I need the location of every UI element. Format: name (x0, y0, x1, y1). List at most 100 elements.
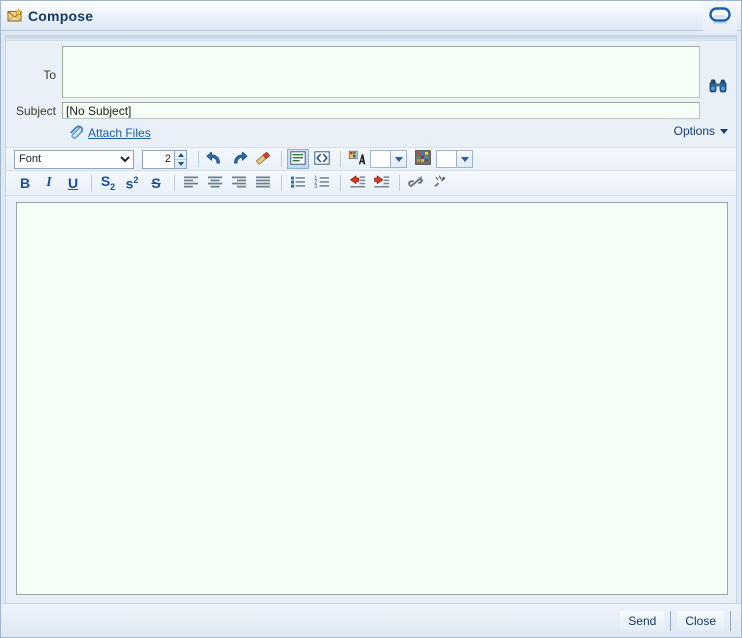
align-justify-icon (255, 175, 271, 192)
caret-down-icon (394, 156, 403, 162)
address-book-button[interactable] (707, 77, 729, 97)
numbered-list-icon: 1 2 3 (314, 175, 330, 192)
document-text-icon (290, 150, 306, 168)
send-button[interactable]: Send (620, 610, 665, 631)
angle-brackets-icon (314, 150, 330, 168)
subject-label: Subject (15, 104, 56, 118)
bold-icon: B (19, 175, 31, 191)
font-size-decrease-button[interactable] (175, 160, 186, 168)
color-grid-icon (415, 150, 431, 168)
attach-files-button[interactable]: Attach Files (68, 124, 151, 143)
toolbar-separator (281, 175, 282, 191)
footer-divider (670, 610, 672, 631)
binoculars-icon (709, 78, 727, 97)
toolbar-separator (340, 175, 341, 191)
toolbar-separator (399, 175, 400, 191)
chat-bubble-button[interactable] (703, 1, 737, 33)
background-color-button[interactable] (412, 149, 434, 169)
header-fields: To Subject [No Subject] (6, 41, 736, 119)
strikethrough-icon: S (151, 175, 161, 191)
numbered-list-button[interactable]: 1 2 3 (311, 173, 333, 193)
footer-edge-divider (730, 610, 731, 631)
align-center-button[interactable] (204, 173, 226, 193)
text-color-button[interactable] (346, 149, 368, 169)
bullet-list-icon (290, 175, 306, 192)
toolbar-row-2: B I U S2 s2 S 1 2 3 (6, 171, 736, 196)
align-center-icon (207, 175, 223, 192)
underline-icon: U (67, 175, 79, 191)
background-color-dropdown[interactable] (457, 150, 473, 168)
paperclip-icon (68, 124, 84, 143)
options-label: Options (673, 124, 715, 138)
italic-icon: I (46, 175, 52, 190)
chain-link-icon (407, 174, 425, 193)
redo-button[interactable] (228, 149, 250, 169)
font-size-stepper[interactable] (142, 149, 187, 169)
broken-chain-icon (431, 174, 449, 193)
toolbar-row-1: Font (6, 147, 736, 171)
message-body-editor[interactable] (16, 202, 728, 595)
attach-files-label: Attach Files (88, 126, 151, 140)
strikethrough-button[interactable]: S (145, 173, 167, 193)
bold-button[interactable]: B (14, 173, 36, 193)
triangle-down-icon (177, 161, 184, 166)
align-right-button[interactable] (228, 173, 250, 193)
text-color-dropdown[interactable] (391, 150, 407, 168)
subject-field-row: Subject (6, 102, 736, 119)
chevron-down-icon (720, 128, 728, 134)
superscript-button[interactable]: s2 (121, 173, 143, 193)
toolbar-separator (198, 151, 199, 167)
outdent-arrow-icon (348, 175, 366, 192)
font-size-spinner[interactable] (174, 149, 187, 169)
align-left-icon (183, 175, 199, 192)
undo-arrow-icon (206, 150, 224, 169)
background-color-swatch[interactable] (436, 150, 457, 168)
window-titlebar: Compose (1, 1, 741, 33)
window-title: Compose (28, 7, 94, 24)
align-left-button[interactable] (180, 173, 202, 193)
bullet-list-button[interactable] (287, 173, 309, 193)
undo-button[interactable] (204, 149, 226, 169)
align-right-icon (231, 175, 247, 192)
chat-bubble-icon (709, 6, 731, 28)
to-input[interactable] (62, 46, 700, 98)
outdent-button[interactable] (346, 173, 368, 193)
toolbar-separator (281, 151, 282, 167)
indent-arrow-icon (372, 175, 390, 192)
remove-formatting-button[interactable] (252, 149, 274, 169)
superscript-icon: s2 (125, 174, 139, 192)
color-letter-a-icon (348, 150, 366, 169)
text-color-swatch[interactable] (370, 150, 391, 168)
window-footer: Send Close (1, 603, 741, 637)
font-family-select[interactable]: Font (14, 149, 134, 169)
toolbar-separator (174, 175, 175, 191)
subscript-icon: S2 (100, 173, 116, 192)
caret-down-icon (460, 156, 469, 162)
source-view-button[interactable] (311, 149, 333, 169)
wysiwyg-view-button[interactable] (287, 149, 309, 169)
font-size-increase-button[interactable] (175, 151, 186, 160)
svg-text:3: 3 (314, 183, 317, 188)
font-size-input[interactable] (142, 149, 174, 169)
indent-button[interactable] (370, 173, 392, 193)
subscript-button[interactable]: S2 (97, 173, 119, 193)
compose-panel: To Subject [No Subject] Attach Files Opt… (5, 35, 737, 603)
editor-toolbars: Font 2 B I U S2 s2 S 1 2 3 (6, 147, 736, 196)
underline-button[interactable]: U (62, 173, 84, 193)
align-justify-button[interactable] (252, 173, 274, 193)
options-button[interactable]: Options (674, 124, 728, 138)
compose-mail-icon (7, 7, 23, 24)
redo-arrow-icon (230, 150, 248, 169)
triangle-up-icon (177, 152, 184, 157)
toolbar-separator (91, 175, 92, 191)
attach-options-row: Attach Files Options (6, 122, 736, 144)
remove-link-button[interactable] (429, 173, 451, 193)
to-field-row: To (6, 46, 736, 98)
italic-button[interactable]: I (38, 173, 60, 193)
compose-window: Compose To Subject [No Subject] Attach F… (0, 0, 742, 638)
eraser-icon (254, 150, 272, 169)
insert-link-button[interactable] (405, 173, 427, 193)
to-label: To (43, 68, 56, 82)
close-button[interactable]: Close (677, 610, 724, 631)
subject-input[interactable] (62, 102, 700, 119)
